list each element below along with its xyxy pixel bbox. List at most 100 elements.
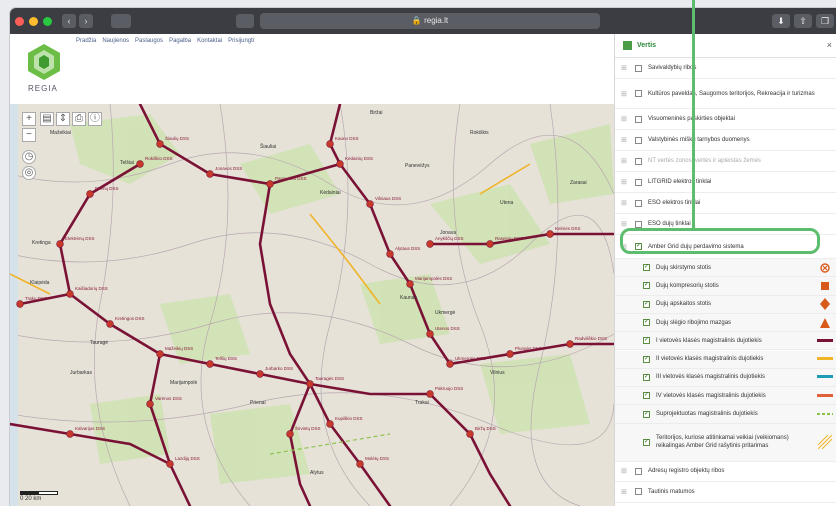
expand-icon[interactable]: ⊞	[621, 115, 629, 123]
gas-station-marker[interactable]	[156, 140, 164, 148]
menu-item-home[interactable]: Pradžia	[76, 38, 96, 44]
expand-icon[interactable]: ⊞	[621, 136, 629, 144]
gas-station-marker[interactable]	[286, 430, 294, 438]
gas-station-marker[interactable]	[426, 330, 434, 338]
layer-row[interactable]: ⊞ Adresų registro objektų ribos	[615, 462, 836, 483]
sublayer-checkbox[interactable]: ✓	[643, 300, 650, 308]
gas-station-marker[interactable]	[326, 420, 334, 428]
expand-icon[interactable]: ⊞	[621, 157, 629, 165]
sublayer-row[interactable]: ✓ Suprojektuotas magistralinis dujotiekis	[615, 405, 836, 424]
layer-row[interactable]: ⊞ Visuomeninės paskirties objektai	[615, 109, 836, 130]
locate-icon[interactable]: ◎	[22, 166, 36, 180]
address-bar[interactable]: 🔒 regia.lt	[260, 13, 600, 29]
reader-mode-icon[interactable]	[236, 14, 254, 28]
sublayer-checkbox[interactable]: ✓	[643, 410, 650, 418]
gas-station-marker[interactable]	[306, 380, 314, 388]
gas-station-marker[interactable]	[386, 250, 394, 258]
expand-icon[interactable]: ⊞	[621, 90, 629, 98]
layer-checkbox[interactable]	[635, 220, 642, 228]
maximize-window-button[interactable]	[43, 16, 52, 26]
close-window-button[interactable]	[15, 16, 24, 26]
gas-station-marker[interactable]	[266, 180, 274, 188]
gas-station-marker[interactable]	[426, 390, 434, 398]
gas-station-marker[interactable]	[206, 170, 214, 178]
map-layer[interactable]: Šiaulių DSS Panevėžio DSS Kėdainių DSS Kaun…	[10, 104, 614, 506]
sublayer-row[interactable]: ✓ IV vietovės klasės magistralinis dujoti…	[615, 387, 836, 406]
gas-station-marker[interactable]	[546, 230, 554, 238]
map-canvas[interactable]: Šiaulių DSS Panevėžio DSS Kėdainių DSS Kaun…	[10, 104, 614, 506]
gas-station-marker[interactable]	[466, 430, 474, 438]
gas-station-marker[interactable]	[56, 240, 64, 248]
zoom-out-button[interactable]: −	[22, 128, 36, 142]
layer-checkbox[interactable]	[635, 157, 642, 165]
share-icon[interactable]: ⇧	[794, 14, 812, 28]
minimize-window-button[interactable]	[29, 16, 38, 26]
tabs-icon[interactable]: ❐	[816, 14, 834, 28]
sidebar-toggle-icon[interactable]	[111, 14, 131, 28]
expand-icon[interactable]: ⊞	[621, 467, 629, 475]
regia-logo-icon[interactable]	[24, 42, 64, 82]
download-icon[interactable]: ⬇	[772, 14, 790, 28]
layer-row[interactable]: ⊞ NT vertės zonos, vertės ir apleistas že…	[615, 151, 836, 172]
layer-row[interactable]: ⊞ Kultūros paveldas, Saugomos teritorijos…	[615, 79, 836, 109]
layer-row[interactable]: ⊞ Savivaldybių ribos	[615, 58, 836, 79]
gas-station-marker[interactable]	[426, 240, 434, 248]
expand-icon[interactable]: ⊞	[621, 488, 629, 496]
sublayer-row[interactable]: ✓ Dujų kompresorių stotis	[615, 277, 836, 296]
layer-checkbox[interactable]	[635, 64, 642, 72]
forward-icon[interactable]: ›	[79, 14, 93, 28]
gas-station-marker[interactable]	[156, 350, 164, 358]
gas-station-marker[interactable]	[336, 160, 344, 168]
sublayer-checkbox[interactable]: ✓	[643, 319, 650, 327]
menu-item-login[interactable]: Prisijungti	[228, 38, 254, 44]
sublayer-checkbox[interactable]: ✓	[643, 264, 650, 272]
layer-checkbox[interactable]	[635, 199, 642, 207]
gas-station-marker[interactable]	[16, 300, 24, 308]
gas-station-marker[interactable]	[66, 290, 74, 298]
sublayer-row[interactable]: ✓ III vietovės klasės magistralinis dujot…	[615, 368, 836, 388]
layer-row[interactable]: ⊞ Valstybinės miškų tarnybos duomenys	[615, 130, 836, 151]
gas-station-marker[interactable]	[406, 280, 414, 288]
gas-station-marker[interactable]	[566, 340, 574, 348]
sublayer-checkbox[interactable]: ✓	[643, 282, 650, 290]
gas-station-marker[interactable]	[256, 370, 264, 378]
sublayer-checkbox[interactable]: ✓	[643, 392, 650, 400]
gas-station-marker[interactable]	[366, 200, 374, 208]
gas-station-marker[interactable]	[506, 350, 514, 358]
menu-item-contacts[interactable]: Kontaktai	[197, 38, 222, 44]
sublayer-row[interactable]: ✓ Dujų slėgio ribojimo mazgas	[615, 313, 836, 333]
sublayer-row[interactable]: ✓ I vietovės klasės magistralinis dujotie…	[615, 332, 836, 351]
sublayer-checkbox[interactable]: ✓	[643, 438, 650, 446]
layer-checkbox[interactable]	[635, 488, 642, 496]
expand-icon[interactable]: ⊞	[621, 199, 629, 207]
gas-station-marker[interactable]	[446, 360, 454, 368]
gas-station-marker[interactable]	[326, 140, 334, 148]
layer-row[interactable]: ⊞ ESO elektros tinklai	[615, 193, 836, 214]
sublayer-row[interactable]: ✓ II vietovės klasės magistralinis dujoti…	[615, 350, 836, 369]
expand-icon[interactable]: ⊞	[621, 220, 629, 228]
expand-icon[interactable]: ⊞	[621, 64, 629, 72]
print-icon[interactable]: ⎙	[72, 112, 86, 126]
layer-row[interactable]: ⊞ Tautinis matumos	[615, 482, 836, 503]
layer-checkbox[interactable]	[635, 178, 642, 186]
gas-station-marker[interactable]	[106, 320, 114, 328]
sublayer-row[interactable]: ✓ Dujų skirstymo stotis	[615, 259, 836, 278]
menu-item-help[interactable]: Pagalba	[169, 38, 191, 44]
layer-checkbox[interactable]	[635, 467, 642, 475]
zoom-in-button[interactable]: +	[22, 112, 36, 126]
back-icon[interactable]: ‹	[62, 14, 76, 28]
layer-checkbox[interactable]	[635, 90, 642, 97]
info-icon[interactable]: ⓘ	[88, 112, 102, 126]
layer-row[interactable]: ⊞ LITGRID elektros tinklai	[615, 172, 836, 193]
layer-checkbox[interactable]	[635, 136, 642, 144]
gas-station-marker[interactable]	[86, 190, 94, 198]
sublayer-checkbox[interactable]: ✓	[643, 337, 650, 345]
menu-item-news[interactable]: Naujienos	[102, 38, 129, 44]
sublayer-row[interactable]: ✓ Teritorijos, kuriose atitinkamai veikia…	[615, 423, 836, 462]
gas-station-marker[interactable]	[356, 460, 364, 468]
gas-station-marker[interactable]	[146, 400, 154, 408]
gas-station-marker[interactable]	[66, 430, 74, 438]
menu-item-services[interactable]: Paslaugos	[135, 38, 163, 44]
gas-station-marker[interactable]	[166, 460, 174, 468]
sublayer-checkbox[interactable]: ✓	[643, 373, 650, 381]
